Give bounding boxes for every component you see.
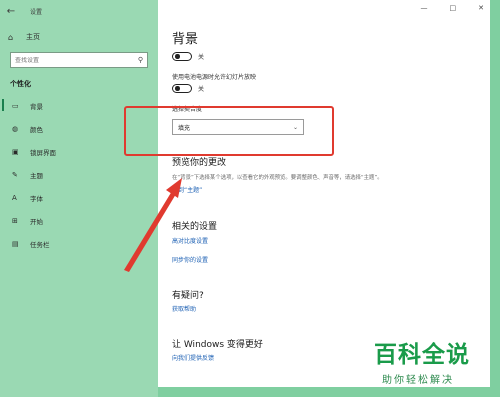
watermark: 百科全说 助你轻松解决 xyxy=(368,335,496,393)
watermark-main: 百科全说 xyxy=(374,341,470,368)
watermark-sub: 助你轻松解决 xyxy=(382,375,454,386)
arrow-head xyxy=(166,178,182,198)
arrow-shaft xyxy=(124,191,176,272)
